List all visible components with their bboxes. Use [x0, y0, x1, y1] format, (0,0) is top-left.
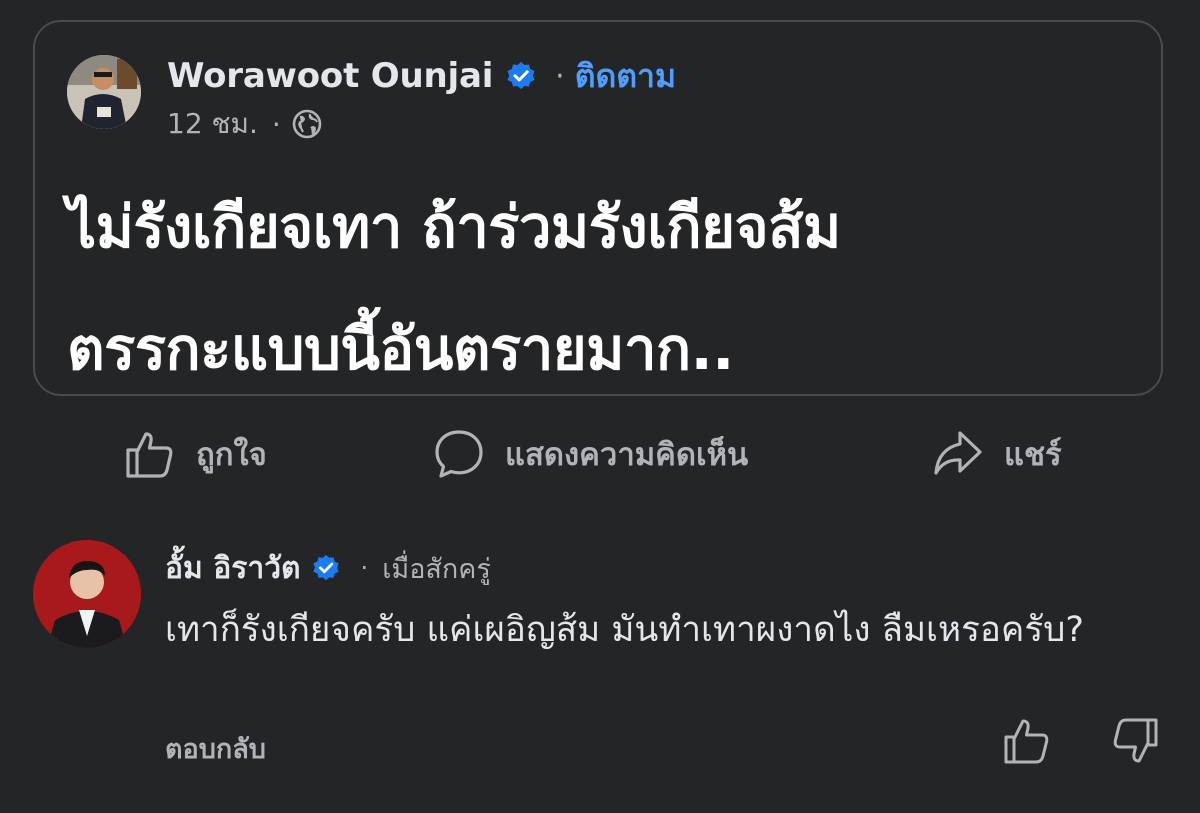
- share-label: แชร์: [1004, 437, 1062, 473]
- globe-icon: [292, 109, 322, 139]
- thumbs-up-icon: [126, 432, 173, 478]
- follow-button[interactable]: ติดตาม: [575, 51, 676, 102]
- share-button[interactable]: แชร์: [932, 425, 1062, 483]
- post-text: ไม่รังเกียจเทา ถ้าร่วมรังเกียจส้ม ตรรกะแ…: [67, 187, 1147, 431]
- commenter-name[interactable]: อั้ม อิราวัต: [165, 545, 301, 592]
- upvote-icon[interactable]: [1002, 716, 1052, 766]
- meta-separator: ·: [271, 107, 281, 141]
- reply-button[interactable]: ตอบกลับ: [165, 727, 266, 770]
- post-text-line-1: ไม่รังเกียจเทา ถ้าร่วมรังเกียจส้ม: [67, 193, 841, 261]
- verified-badge-icon: [507, 62, 535, 89]
- comment-bubble-icon: [435, 430, 483, 478]
- verified-badge-icon: [312, 554, 339, 581]
- name-separator: ·: [555, 58, 565, 94]
- comment-timestamp[interactable]: เมื่อสักครู่: [382, 547, 491, 590]
- post-timestamp[interactable]: 12 ชม.: [167, 102, 258, 146]
- author-avatar[interactable]: [67, 55, 141, 129]
- comment-label: แสดงความคิดเห็น: [505, 437, 749, 473]
- like-label: ถูกใจ: [196, 437, 267, 473]
- like-button[interactable]: ถูกใจ: [124, 425, 267, 483]
- post-meta: 12 ชม. ·: [167, 104, 323, 144]
- commenter-avatar[interactable]: [33, 540, 141, 648]
- comment-button[interactable]: แสดงความคิดเห็น: [433, 425, 748, 483]
- share-arrow-icon: [934, 431, 982, 475]
- post-card: Worawoot Ounjai · ติดตาม 12 ชม. · ไม่รัง…: [33, 20, 1163, 396]
- post-text-line-2: ตรรกะแบบนี้อันตรายมาก..: [67, 315, 734, 383]
- downvote-icon[interactable]: [1110, 716, 1160, 766]
- comment-separator: ·: [360, 554, 369, 582]
- author-name[interactable]: Worawoot Ounjai: [167, 56, 493, 96]
- comment-text: เทาก็รังเกียจครับ แค่เผอิญส้ม มันทำเทาผง…: [165, 610, 1084, 650]
